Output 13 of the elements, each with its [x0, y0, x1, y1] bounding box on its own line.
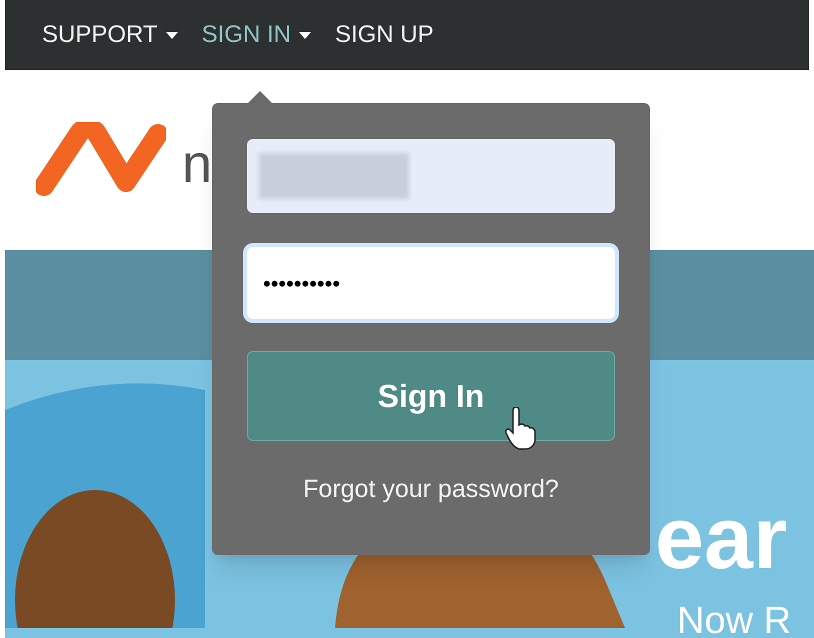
nav-link[interactable]: SUPPORT — [42, 17, 178, 53]
logo-icon — [36, 122, 166, 198]
password-field[interactable]: •••••••••• — [247, 247, 615, 319]
hero-headline: ear — [655, 494, 788, 582]
username-field[interactable] — [247, 139, 615, 213]
hero-subline: Now R — [677, 602, 792, 638]
logo-text: n — [182, 132, 212, 196]
forgot-password-link[interactable]: Forgot your password? — [247, 471, 615, 508]
nav-link[interactable]: SIGN UP — [334, 17, 434, 53]
popup-pointer — [248, 91, 272, 103]
hand-cursor-icon — [505, 407, 537, 451]
nav-link[interactable]: SIGN IN — [202, 17, 311, 53]
sign-in-button[interactable]: Sign In — [247, 351, 615, 441]
